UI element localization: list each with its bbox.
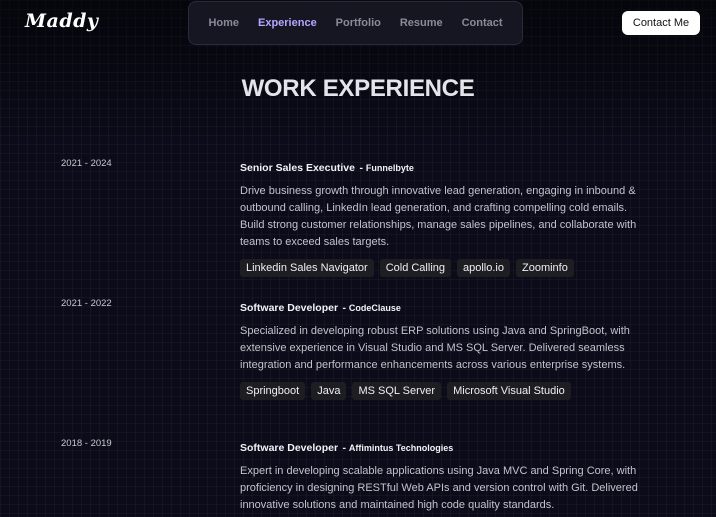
experience-heading: Senior Sales Executive - Funnelbyte <box>240 162 414 174</box>
experience-role: Software Developer <box>240 302 339 314</box>
contact-me-button[interactable]: Contact Me <box>622 11 700 35</box>
experience-date: 2018 - 2019 <box>61 438 112 449</box>
experience-role: Senior Sales Executive <box>240 162 355 174</box>
portfolio-page: Maddy Home Experience Portfolio Resume C… <box>0 0 716 517</box>
experience-role: Software Developer <box>240 442 339 454</box>
nav-item-experience[interactable]: Experience <box>258 17 317 29</box>
experience-content: Senior Sales Executive - Funnelbyte Driv… <box>240 158 650 277</box>
skill-tag: apollo.io <box>457 259 510 277</box>
experience-company: Affimintus Technologies <box>348 443 454 453</box>
nav-item-home[interactable]: Home <box>208 17 239 29</box>
experience-description: Specialized in developing robust ERP sol… <box>240 325 630 371</box>
logo[interactable]: Maddy <box>25 10 98 32</box>
experience-content: Software Developer - CodeClause Speciali… <box>240 298 650 400</box>
skill-tag: MS SQL Server <box>352 382 442 400</box>
nav-item-resume[interactable]: Resume <box>400 17 443 29</box>
experience-heading: Software Developer - CodeClause <box>240 302 401 314</box>
experience-description: Expert in developing scalable applicatio… <box>240 465 638 511</box>
skill-tags: Springboot Java MS SQL Server Microsoft … <box>240 382 650 400</box>
experience-company: Funnelbyte <box>365 163 414 173</box>
skill-tag: Cold Calling <box>379 259 451 277</box>
skill-tags: Linkedin Sales Navigator Cold Calling ap… <box>240 259 650 277</box>
experience-company: CodeClause <box>348 303 401 313</box>
experience-content: Software Developer - Affimintus Technolo… <box>240 438 650 514</box>
skill-tag: Java <box>311 382 347 400</box>
experience-date: 2021 - 2022 <box>61 298 112 309</box>
page-title: WORK EXPERIENCE <box>241 75 475 102</box>
skill-tag: Springboot <box>240 382 306 400</box>
skill-tag: Linkedin Sales Navigator <box>240 259 374 277</box>
experience-date: 2021 - 2024 <box>61 158 112 169</box>
experience-heading: Software Developer - Affimintus Technolo… <box>240 442 454 454</box>
skill-tag: Zoominfo <box>515 259 574 277</box>
nav-item-portfolio[interactable]: Portfolio <box>336 17 381 29</box>
skill-tag: Microsoft Visual Studio <box>447 382 571 400</box>
top-nav: Home Experience Portfolio Resume Contact <box>188 1 523 45</box>
experience-description: Drive business growth through innovative… <box>240 185 637 248</box>
nav-item-contact[interactable]: Contact <box>462 17 503 29</box>
